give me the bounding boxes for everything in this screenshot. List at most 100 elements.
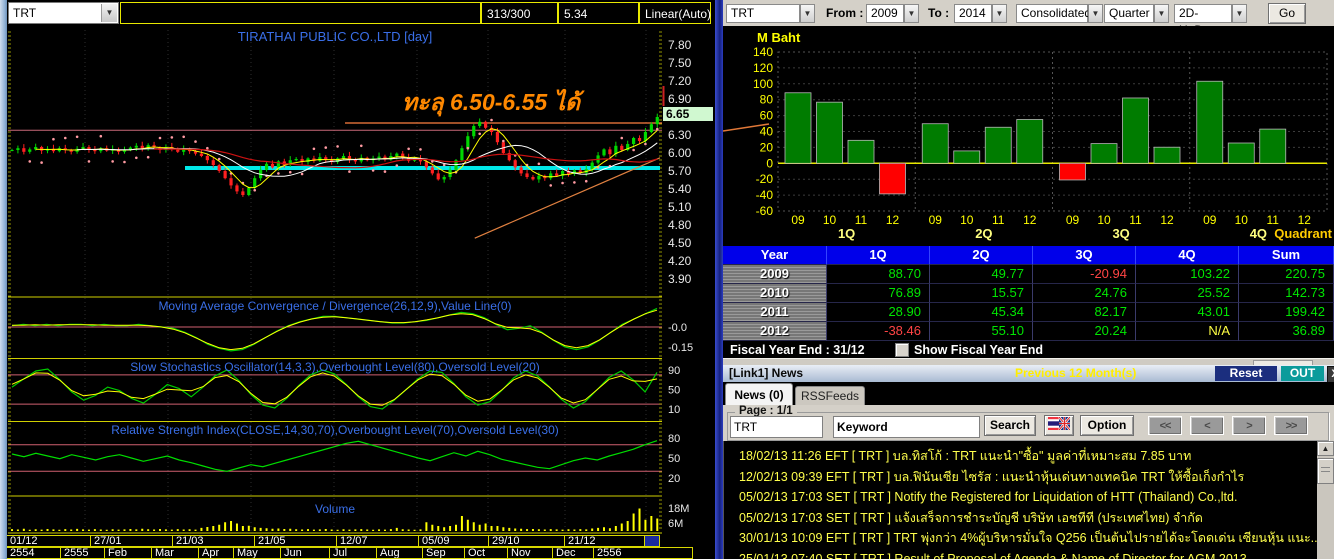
quarter-bar-2Q-2012[interactable]	[1016, 119, 1044, 164]
quadrant-toolbar: TRT ▼ From : 2009 ▼ To : 2014 ▼ Consolid…	[723, 0, 1334, 37]
news-symbol-input[interactable]	[730, 416, 823, 438]
table-row[interactable]: 2010 76.89 15.57 24.76 25.52 142.73	[723, 284, 1334, 303]
news-scrollbar[interactable]: ▲	[1317, 441, 1334, 559]
svg-text:11: 11	[1267, 213, 1280, 227]
fiscal-year-end-label: Fiscal Year End : 31/12	[730, 343, 865, 357]
date-tick: 21/05	[254, 535, 337, 547]
chevron-down-icon[interactable]: ▼	[1232, 4, 1247, 23]
show-fiscal-checkbox[interactable]	[895, 343, 909, 357]
value-cell: 88.70	[827, 265, 930, 284]
view-mode-select[interactable]: 2D-UpDown	[1174, 4, 1232, 37]
chevron-down-icon[interactable]: ▼	[992, 4, 1007, 23]
news-item[interactable]: 18/02/13 11:26 EFT [ TRT ] บล.ทิสโก้ : T…	[724, 446, 1318, 467]
quadrant-symbol-combo[interactable]: TRT	[726, 4, 800, 23]
quarter-bar-2Q-2009[interactable]	[921, 123, 949, 164]
period-tick: Oct	[464, 547, 508, 559]
go-button[interactable]: Go	[1268, 3, 1306, 24]
svg-text:0: 0	[766, 156, 773, 170]
to-year-select[interactable]: 2014	[954, 4, 992, 23]
tab-news[interactable]: News (0)	[725, 383, 793, 406]
value-cell: 76.89	[827, 284, 930, 303]
bar-chart-unit-label: M Baht	[757, 30, 801, 45]
svg-text:-0.15: -0.15	[668, 342, 693, 354]
quarter-bar-4Q-2011[interactable]	[1259, 128, 1287, 164]
period-tick: Aug	[376, 547, 423, 559]
scroll-up-icon[interactable]: ▲	[1317, 441, 1334, 456]
year-cell: 2010	[723, 284, 827, 303]
value-cell: 55.10	[930, 322, 1033, 341]
svg-text:7.80: 7.80	[668, 38, 692, 52]
symbol-combo[interactable]: TRT ▼	[8, 2, 119, 24]
trading-terminal: TIRATHAI PUBLIC CO.,LTD [day] ทะลุ 6.50-6…	[0, 0, 1334, 559]
chart-blank-field[interactable]	[120, 2, 481, 24]
nav-last-button[interactable]: >>	[1274, 416, 1308, 435]
svg-text:09: 09	[791, 213, 805, 227]
quarter-bar-1Q-2012[interactable]	[879, 162, 906, 195]
scale-mode-field[interactable]: Linear(Auto)	[639, 2, 711, 24]
fiscal-year-row: Fiscal Year End : 31/12 Show Fiscal Year…	[723, 341, 1334, 358]
nav-prev-button[interactable]: <	[1190, 416, 1224, 435]
from-year-select[interactable]: 2009	[866, 4, 904, 23]
svg-text:90: 90	[668, 365, 680, 377]
chevron-down-icon[interactable]: ▼	[1088, 4, 1103, 23]
close-icon[interactable]: X	[1327, 366, 1334, 383]
table-header-4Q: 4Q	[1136, 246, 1239, 265]
reset-button[interactable]: Reset	[1215, 366, 1277, 381]
quarter-bar-1Q-2010[interactable]	[816, 101, 843, 164]
bars-count-field: 313/300	[481, 2, 558, 24]
option-button[interactable]: Option	[1080, 415, 1134, 436]
quarter-bar-3Q-2010[interactable]	[1090, 143, 1118, 164]
chevron-down-icon[interactable]: ▼	[904, 4, 919, 23]
rsi-title: Relative Strength Index(CLOSE,14,30,70),…	[111, 423, 559, 437]
period-tick: Jul	[329, 547, 377, 559]
quarter-bar-4Q-2009[interactable]	[1196, 80, 1224, 164]
nav-next-button[interactable]: >	[1232, 416, 1266, 435]
quarter-bar-3Q-2012[interactable]	[1153, 146, 1181, 164]
quarter-bar-2Q-2011[interactable]	[984, 126, 1012, 164]
thai-uk-flag-icon	[1048, 416, 1071, 431]
period-select[interactable]: Quarter	[1104, 4, 1154, 23]
tab-rssfeeds[interactable]: RSSFeeds	[795, 386, 865, 406]
horizontal-splitter[interactable]	[723, 358, 1334, 367]
search-button[interactable]: Search	[984, 415, 1036, 436]
news-item[interactable]: 25/01/13 07:40 SET [ TRT ] Result of Pro…	[724, 549, 1318, 559]
consolidated-select[interactable]: Consolidated	[1016, 4, 1091, 23]
table-header-Sum: Sum	[1239, 246, 1334, 265]
value-cell: 103.22	[1136, 265, 1239, 284]
language-flag-button[interactable]	[1044, 415, 1074, 436]
price-chart-canvas[interactable]: TIRATHAI PUBLIC CO.,LTD [day] ทะลุ 6.50-6…	[0, 0, 715, 559]
stoch-title: Slow Stochastics Oscillator(14,3,3),Over…	[130, 360, 540, 374]
quarter-bar-3Q-2011[interactable]	[1122, 97, 1149, 164]
period-tick: Sep	[422, 547, 465, 559]
table-row[interactable]: 2011 28.90 45.34 82.17 43.01 199.42	[723, 303, 1334, 322]
value-cell: -38.46	[827, 322, 930, 341]
table-row[interactable]: 2012 -38.46 55.10 20.24 N/A 36.89	[723, 322, 1334, 341]
out-button[interactable]: OUT	[1281, 366, 1324, 381]
chevron-down-icon[interactable]: ▼	[101, 4, 117, 22]
news-item[interactable]: 05/02/13 17:03 SET [ TRT ] แจ้งเสร็จการช…	[724, 508, 1318, 529]
news-item[interactable]: 12/02/13 09:39 EFT [ TRT ] บล.ฟินันเซีย …	[724, 467, 1318, 488]
chevron-down-icon[interactable]: ▼	[1154, 4, 1169, 23]
news-list: 18/02/13 11:26 EFT [ TRT ] บล.ทิสโก้ : T…	[723, 441, 1318, 559]
svg-text:5.40: 5.40	[668, 182, 692, 196]
table-row[interactable]: 2009 88.70 49.77 -20.94 103.22 220.75	[723, 265, 1334, 284]
quarterly-bar-chart[interactable]: M Baht-60-40-2002040608010012014009 10 11 1…	[723, 28, 1334, 246]
svg-text:1Q: 1Q	[838, 226, 855, 241]
value-cell: 20.24	[1033, 322, 1136, 341]
panel-divider[interactable]	[715, 0, 723, 559]
scrollbar-thumb[interactable]	[1317, 458, 1334, 484]
quarter-bar-4Q-2010[interactable]	[1227, 142, 1255, 164]
news-item[interactable]: 30/01/13 10:09 EFT [ TRT ] TRT พุ่งกว่า …	[724, 528, 1318, 549]
quarter-bar-3Q-2009[interactable]	[1059, 162, 1086, 181]
quarter-bar-1Q-2009[interactable]	[784, 92, 812, 164]
nav-first-button[interactable]: <<	[1148, 416, 1182, 435]
keyword-input[interactable]	[833, 416, 980, 438]
value-cell: 45.34	[930, 303, 1033, 322]
quarter-bar-2Q-2010[interactable]	[953, 150, 981, 164]
svg-text:20: 20	[668, 473, 680, 485]
news-item[interactable]: 05/02/13 17:03 SET [ TRT ] Notify the Re…	[724, 487, 1318, 508]
quarter-bar-1Q-2011[interactable]	[847, 139, 875, 164]
period-tick: 2556	[593, 547, 693, 559]
chevron-down-icon[interactable]: ▼	[800, 4, 815, 23]
svg-text:12: 12	[1160, 213, 1174, 227]
